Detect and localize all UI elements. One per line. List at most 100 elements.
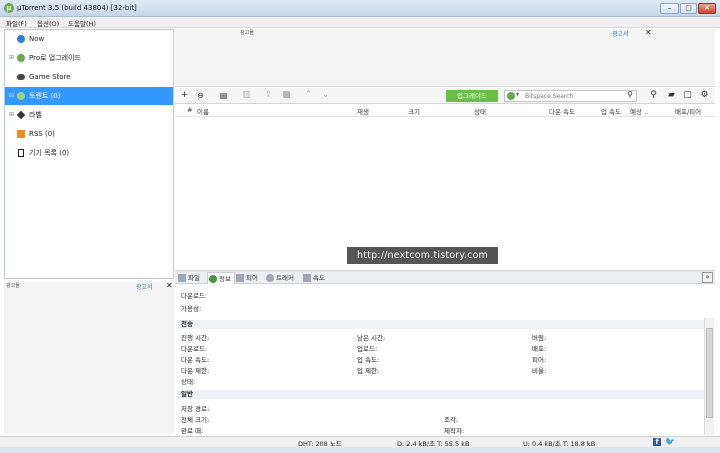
start-icon[interactable]: ⇪ — [263, 90, 274, 101]
add-torrent-icon[interactable]: + — [179, 90, 190, 101]
tab-info[interactable]: 정보 — [207, 272, 235, 284]
utorrent-logo-icon: µ — [4, 3, 14, 13]
gear-icon[interactable]: ⚙ — [699, 90, 710, 101]
remove-icon[interactable]: ▥ — [241, 90, 252, 101]
sidebar-item-game-store[interactable]: Game Store — [5, 68, 173, 86]
field-label: 배포: — [532, 345, 547, 353]
field-label: 상태: — [181, 378, 196, 386]
tab-label: 속도 — [313, 274, 325, 282]
sidebar-item-pro-upgrade[interactable]: ⊞ Pro로 업그레이드 — [5, 49, 173, 67]
rss-icon — [17, 130, 25, 138]
chevron-down-icon[interactable]: ▾ — [516, 91, 519, 98]
field-label: 다운 속도: — [181, 356, 210, 364]
twitter-icon[interactable]: 🐦 — [665, 437, 675, 446]
maximize-button[interactable]: □ — [680, 3, 697, 14]
collapse-panel-icon[interactable]: » — [702, 272, 713, 283]
section-transfer: 전송 — [177, 320, 707, 329]
tab-peers[interactable]: 피어 — [235, 272, 264, 284]
expand-icon[interactable]: ⊞ — [9, 106, 14, 124]
info-scrollbar[interactable] — [704, 318, 714, 435]
sidebar-item-label: Now — [29, 35, 45, 43]
ad-label: 광고물 — [6, 283, 20, 289]
utorrent-icon — [17, 54, 25, 62]
facebook-icon[interactable]: f — [653, 438, 661, 446]
search-provider-icon[interactable] — [507, 92, 515, 100]
menu-file[interactable]: 파일(F) — [6, 18, 27, 28]
add-link-icon[interactable]: ⊖ — [195, 90, 206, 101]
field-label: 다운로드: — [181, 345, 208, 353]
peers-icon — [236, 274, 244, 282]
sidebar-item-torrents[interactable]: ⊟ 토렌트 (0) — [5, 87, 173, 105]
tab-label: 파일 — [188, 274, 200, 282]
info-downloaded-label: 다운로드: — [181, 292, 208, 300]
pin-icon[interactable]: ⚲ — [648, 90, 659, 101]
info-icon — [209, 275, 217, 283]
info-availability-label: 가용성: — [181, 305, 202, 313]
sidebar-item-label: RSS (0) — [29, 130, 55, 138]
detail-tabs: 파일 정보 피어 트래커 속도 » — [175, 270, 715, 284]
column-up-speed[interactable]: 업 속도 — [601, 106, 621, 116]
ad-report-link[interactable]: 광고서 — [136, 282, 153, 291]
tab-trackers[interactable]: 트래커 — [265, 272, 302, 284]
remote-icon[interactable]: ▢ — [682, 90, 693, 101]
menu-bar: 파일(F) 옵션(O) 도움말(H) — [0, 17, 720, 28]
sidebar-item-now[interactable]: Now — [5, 30, 173, 48]
column-down-speed[interactable]: 다운 속도 — [549, 106, 575, 116]
sidebar-item-labels[interactable]: ⊞ 라벨 — [5, 106, 173, 124]
title-bar: µ µTorrent 3.5 (build 43804) [32-bit] – … — [0, 0, 720, 17]
tab-files[interactable]: 파일 — [177, 272, 207, 284]
ad-banner-left: 광고물 광고서 ✕ — [4, 281, 174, 434]
search-box: ▾ ⚲ — [504, 90, 637, 102]
search-input[interactable] — [525, 92, 621, 101]
status-bar: DHT: 208 노드 D: 2.4 kB/초 T: 55.5 kB U: 0.… — [0, 436, 720, 448]
menu-options[interactable]: 옵션(O) — [37, 18, 59, 28]
column-number[interactable]: # — [187, 106, 192, 114]
sidebar: Now ⊞ Pro로 업그레이드 Game Store ⊟ 토렌트 (0) ⊞ … — [4, 29, 174, 279]
device-icon — [18, 149, 24, 157]
field-label: 전체 크기: — [181, 416, 210, 424]
scrollbar-thumb[interactable] — [706, 328, 713, 418]
window-title: µTorrent 3.5 (build 43804) [32-bit] — [17, 4, 137, 12]
field-label: 업로드: — [357, 345, 378, 353]
sidebar-item-rss[interactable]: RSS (0) — [5, 125, 173, 143]
stop-icon[interactable]: ■ — [281, 90, 292, 101]
tab-label: 정보 — [219, 275, 231, 283]
column-seeds-peers[interactable]: 배포/피어 — [675, 106, 701, 116]
expand-icon[interactable]: ⊞ — [9, 49, 14, 67]
files-icon — [178, 274, 186, 282]
create-torrent-icon[interactable]: ▤ — [218, 90, 229, 101]
field-label: 제작자: — [444, 427, 465, 435]
column-eta[interactable]: 예상 .. — [630, 106, 648, 116]
close-button[interactable]: ✕ — [698, 3, 716, 14]
column-play[interactable]: 재생 — [357, 106, 369, 116]
column-status[interactable]: 상태 — [474, 106, 486, 116]
gamepad-icon — [17, 74, 25, 80]
label-icon — [16, 110, 26, 120]
bundle-icon — [17, 35, 25, 43]
toolbar: + ⊖ ▤ ▥ ⇪ ■ ⌃ ⌄ 업그레이드 ▾ ⚲ ⚲ ▰ ▢ ⚙ — [175, 88, 715, 104]
search-icon[interactable]: ⚲ — [627, 90, 633, 99]
upgrade-button[interactable]: 업그레이드 — [446, 90, 498, 102]
ad-report-link[interactable]: 광고서 — [612, 29, 629, 38]
torrent-list-header: # 이름 재생 크기 상태 다운 속도 업 속도 예상 .. 배포/피어 — [175, 104, 715, 117]
chat-icon[interactable]: ▰ — [666, 90, 677, 101]
menu-help[interactable]: 도움말(H) — [68, 18, 96, 28]
sidebar-item-label: 라벨 — [29, 111, 42, 119]
collapse-icon[interactable]: ⊟ — [9, 87, 14, 105]
sidebar-item-devices[interactable]: 기기 목록 (0) — [5, 144, 173, 162]
move-up-icon[interactable]: ⌃ — [303, 90, 314, 101]
move-down-icon[interactable]: ⌄ — [320, 90, 331, 101]
window-bottom-edge — [0, 447, 720, 453]
sidebar-item-label: 토렌트 (0) — [29, 92, 61, 100]
ad-close-icon[interactable]: ✕ — [645, 28, 652, 37]
speed-icon — [303, 274, 311, 282]
tab-speed[interactable]: 속도 — [302, 272, 332, 284]
column-size[interactable]: 크기 — [408, 106, 420, 116]
column-name[interactable]: 이름 — [197, 106, 209, 116]
field-label: 완료 때: — [181, 427, 204, 435]
ad-close-icon[interactable]: ✕ — [166, 281, 173, 290]
minimize-button[interactable]: – — [660, 3, 679, 14]
field-label: 피어: — [532, 356, 547, 364]
ad-label: 광고물 — [240, 30, 254, 36]
field-label: 조각: — [444, 416, 459, 424]
